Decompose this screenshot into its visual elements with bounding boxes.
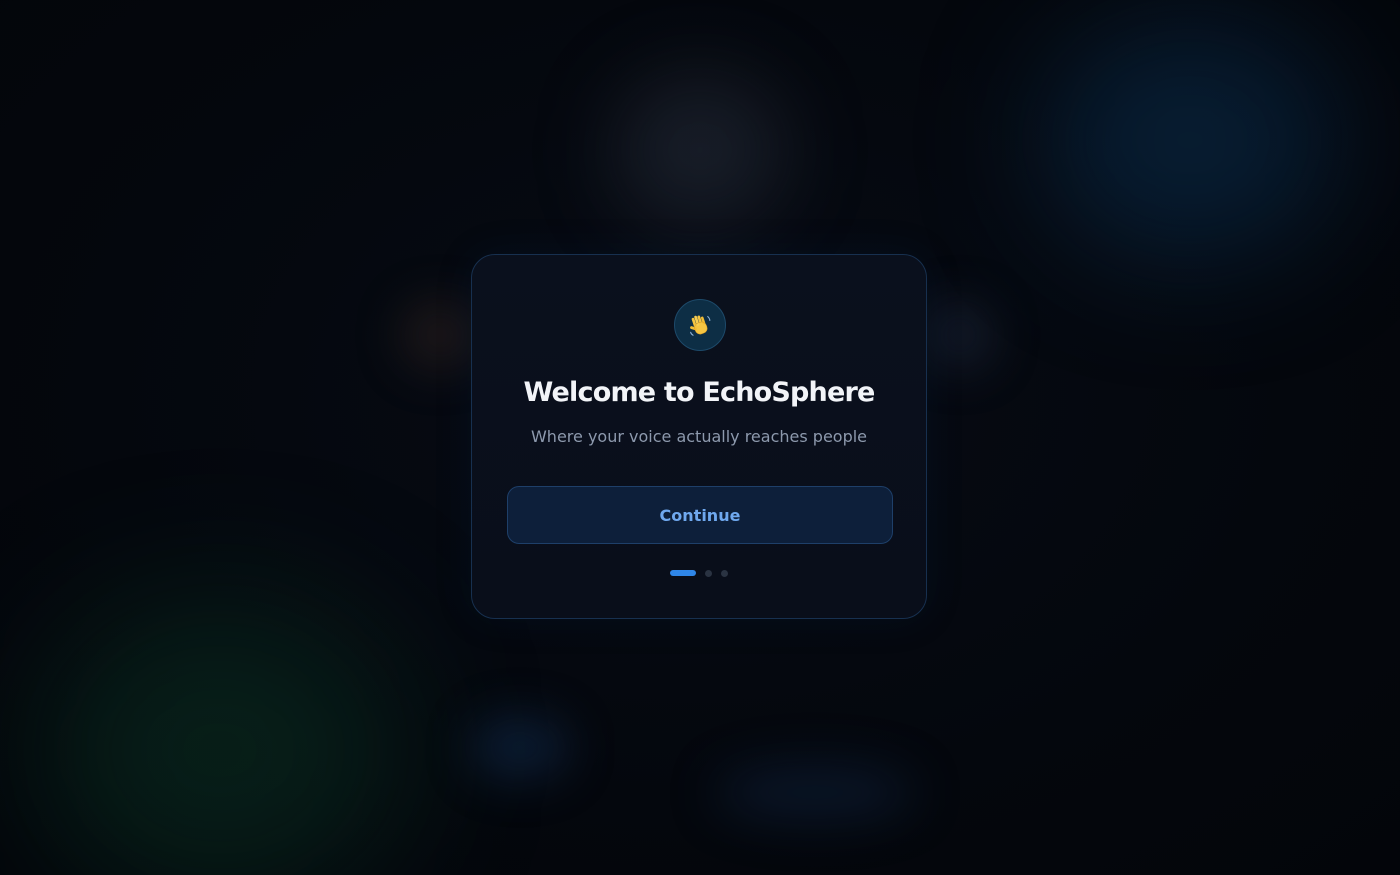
background-glow xyxy=(715,765,915,820)
background-glow xyxy=(40,600,400,875)
waving-hand-icon xyxy=(690,315,711,336)
step-indicator xyxy=(472,569,926,577)
page-subtitle: Where your voice actually reaches people xyxy=(530,427,868,446)
background-glow xyxy=(925,300,995,370)
background-glow xyxy=(615,75,785,225)
step-dot xyxy=(705,569,712,577)
welcome-avatar xyxy=(674,299,726,351)
app-background: Welcome to EchoSphere Where your voice a… xyxy=(0,0,1400,875)
step-dot xyxy=(721,569,728,577)
background-glow xyxy=(470,715,570,780)
page-title: Welcome to EchoSphere xyxy=(523,377,876,408)
background-glow xyxy=(1040,20,1340,260)
step-dot-active xyxy=(670,570,696,576)
welcome-card: Welcome to EchoSphere Where your voice a… xyxy=(471,254,927,619)
background-glow xyxy=(400,300,480,370)
continue-button[interactable]: Continue xyxy=(507,486,893,544)
